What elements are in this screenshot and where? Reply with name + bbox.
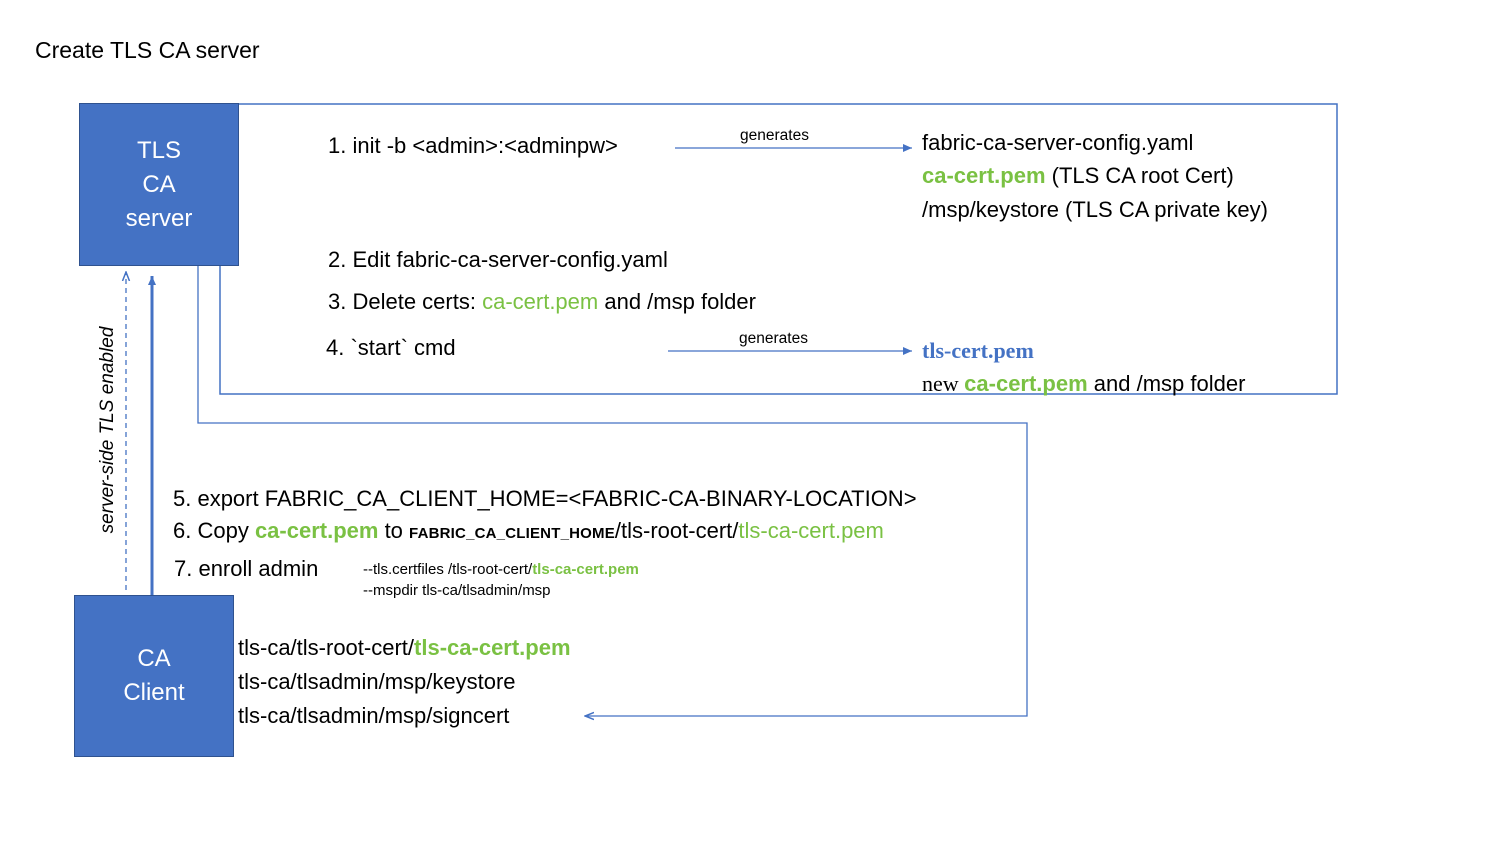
client-file-tls-ca-cert: tls-ca/tls-root-cert/tls-ca-cert.pem	[238, 635, 571, 660]
step-1-init: 1. init -b <admin>:<adminpw>	[328, 133, 618, 158]
client-file-keystore: tls-ca/tlsadmin/msp/keystore	[238, 669, 516, 694]
step-5-export: 5. export FABRIC_CA_CLIENT_HOME=<FABRIC-…	[173, 486, 917, 511]
step-2-edit-config: 2. Edit fabric-ca-server-config.yaml	[328, 247, 668, 272]
output-msp-keystore: /msp/keystore (TLS CA private key)	[922, 197, 1268, 222]
output-ca-cert: ca-cert.pem (TLS CA root Cert)	[922, 163, 1234, 188]
output-config-yaml: fabric-ca-server-config.yaml	[922, 130, 1194, 155]
client-file-signcert: tls-ca/tlsadmin/msp/signcert	[238, 703, 510, 728]
client-box-line-2: Client	[123, 679, 185, 706]
output-tls-cert: tls-cert.pem	[922, 338, 1034, 363]
client-box-line-1: CA	[137, 645, 171, 672]
ca-client-box: CA Client	[74, 595, 234, 757]
step-6-copy: 6. Copy ca-cert.pem to FABRIC_CA_CLIENT_…	[173, 518, 884, 543]
tls-ca-server-box: TLS CA server	[79, 103, 239, 266]
step-3-delete-certs: 3. Delete certs: ca-cert.pem and /msp fo…	[328, 289, 756, 314]
enroll-flag-mspdir: --mspdir tls-ca/tlsadmin/msp	[363, 582, 551, 599]
server-side-tls-label: server-side TLS enabled	[97, 326, 118, 534]
output-new-ca-cert: new ca-cert.pem and /msp folder	[922, 371, 1246, 396]
step-4-start: 4. `start` cmd	[326, 335, 456, 360]
step-7-enroll: 7. enroll admin	[174, 556, 319, 581]
tls-box-line-3: server	[125, 204, 193, 232]
tls-box-line-1: TLS	[136, 136, 181, 164]
tls-box-line-2: CA	[142, 170, 176, 198]
generates-label-1: generates	[740, 127, 809, 144]
enroll-flag-certfiles: --tls.certfiles /tls-root-cert/tls-ca-ce…	[363, 561, 639, 578]
generates-label-2: generates	[739, 330, 808, 347]
